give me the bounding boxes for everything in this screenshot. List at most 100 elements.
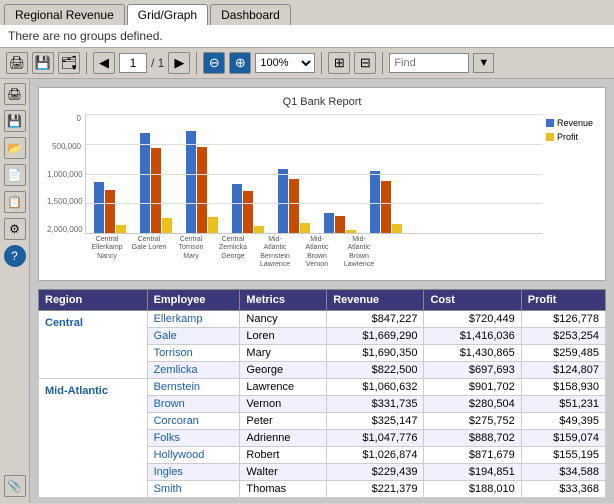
col-cost: Cost bbox=[424, 289, 521, 310]
sidebar-copy-icon[interactable]: 📋 bbox=[4, 191, 26, 213]
region-midatlantic: Mid-Atlantic bbox=[39, 378, 148, 497]
chart-container: Q1 Bank Report 2,000,000 1,500,000 1,000… bbox=[38, 87, 606, 281]
bar-cost-7 bbox=[381, 181, 391, 233]
zoom-select[interactable]: 100% 75% 150% bbox=[255, 53, 315, 73]
tab-bar: Regional Revenue Grid/Graph Dashboard bbox=[0, 0, 614, 25]
x-label-5: Mid-AtlanticBernstein Lawrence bbox=[257, 236, 293, 270]
forward-button[interactable]: ▶ bbox=[168, 52, 190, 74]
toolbar: 🖨 💾 🗂▼ ◀ 1 / 1 ▶ ⊖ ⊕ 100% 75% 150% ⊞ ⊟ ▼ bbox=[0, 48, 614, 79]
metrics-cell: Peter bbox=[240, 412, 327, 429]
print-button[interactable]: 🖨 bbox=[6, 52, 28, 74]
bar-cost-5 bbox=[289, 179, 299, 233]
legend-revenue-label: Revenue bbox=[557, 118, 593, 128]
x-label-1: CentralEllerkamp Nancy bbox=[89, 236, 125, 270]
bar-revenue-5 bbox=[278, 169, 288, 233]
profit-cell: $33,368 bbox=[521, 480, 605, 497]
zoom-in-button[interactable]: ⊕ bbox=[229, 52, 251, 74]
sep-2 bbox=[196, 52, 197, 74]
legend-profit-label: Profit bbox=[557, 132, 578, 142]
chart-y-axis: 2,000,000 1,500,000 1,000,000 500,000 0 bbox=[47, 114, 85, 234]
revenue-cell: $325,147 bbox=[327, 412, 424, 429]
sep-4 bbox=[382, 52, 383, 74]
bar-group-4 bbox=[232, 184, 264, 233]
x-label-6: Mid-AtlanticBrown Vernon bbox=[299, 236, 335, 270]
sidebar-help-icon[interactable]: ? bbox=[4, 245, 26, 267]
employee-bernstein: Bernstein bbox=[147, 378, 240, 395]
folder-button[interactable]: 🗂▼ bbox=[58, 52, 80, 74]
zoom-out-button[interactable]: ⊖ bbox=[203, 52, 225, 74]
tab-grid-graph[interactable]: Grid/Graph bbox=[127, 4, 208, 25]
metrics-cell: Robert bbox=[240, 446, 327, 463]
bar-revenue-7 bbox=[370, 171, 380, 233]
bar-group-3 bbox=[186, 131, 218, 233]
main-area: 🖨 💾 📂 📄 📋 ⚙ ? 📎 Q1 Bank Report 2,000,000… bbox=[0, 79, 614, 503]
sidebar-folder-icon[interactable]: 📂 bbox=[4, 137, 26, 159]
employee-zemlicka: Zemlicka bbox=[147, 361, 240, 378]
find-input[interactable] bbox=[389, 53, 469, 73]
metrics-cell: Nancy bbox=[240, 310, 327, 327]
metrics-cell: Thomas bbox=[240, 480, 327, 497]
metrics-cell: Vernon bbox=[240, 395, 327, 412]
revenue-cell: $847,227 bbox=[327, 310, 424, 327]
legend-profit-box bbox=[546, 133, 554, 141]
employee-folks: Folks bbox=[147, 429, 240, 446]
fit-page-button[interactable]: ⊞ bbox=[328, 52, 350, 74]
revenue-cell: $331,735 bbox=[327, 395, 424, 412]
employee-hollywood: Hollywood bbox=[147, 446, 240, 463]
employee-brown: Brown bbox=[147, 395, 240, 412]
sidebar-attach-icon[interactable]: 📎 bbox=[4, 475, 26, 497]
cost-cell: $871,679 bbox=[424, 446, 521, 463]
revenue-cell: $1,026,874 bbox=[327, 446, 424, 463]
sidebar-save-icon[interactable]: 💾 bbox=[4, 110, 26, 132]
employee-ellerkamp: Ellerkamp bbox=[147, 310, 240, 327]
profit-cell: $253,254 bbox=[521, 327, 605, 344]
bar-revenue-2 bbox=[140, 133, 150, 233]
tab-dashboard[interactable]: Dashboard bbox=[210, 4, 291, 25]
chart-title: Q1 Bank Report bbox=[47, 96, 597, 108]
sidebar-doc-icon[interactable]: 📄 bbox=[4, 164, 26, 186]
tab-regional-revenue[interactable]: Regional Revenue bbox=[4, 4, 125, 25]
x-label-3: CentralTorrison Mary bbox=[173, 236, 209, 270]
back-button[interactable]: ◀ bbox=[93, 52, 115, 74]
bar-profit-5 bbox=[300, 223, 310, 233]
bar-profit-4 bbox=[254, 226, 264, 233]
profit-cell: $158,930 bbox=[521, 378, 605, 395]
profit-cell: $34,588 bbox=[521, 463, 605, 480]
metrics-cell: Mary bbox=[240, 344, 327, 361]
table-row: Mid-Atlantic Bernstein Lawrence $1,060,6… bbox=[39, 378, 606, 395]
x-label-7: Mid-AtlanticBrown Lawrence bbox=[341, 236, 377, 270]
sidebar-gear-icon[interactable]: ⚙ bbox=[4, 218, 26, 240]
page-total: / 1 bbox=[151, 56, 164, 70]
sidebar-print-icon[interactable]: 🖨 bbox=[4, 83, 26, 105]
bar-profit-2 bbox=[162, 218, 172, 233]
find-dropdown-button[interactable]: ▼ bbox=[473, 53, 494, 73]
bar-revenue-3 bbox=[186, 131, 196, 233]
legend-profit: Profit bbox=[546, 132, 578, 142]
cost-cell: $1,416,036 bbox=[424, 327, 521, 344]
bar-profit-3 bbox=[208, 217, 218, 233]
fit-width-button[interactable]: ⊟ bbox=[354, 52, 376, 74]
sep-1 bbox=[86, 52, 87, 74]
legend-revenue-box bbox=[546, 119, 554, 127]
page-number-input[interactable]: 1 bbox=[119, 53, 147, 73]
bar-revenue-4 bbox=[232, 184, 242, 233]
profit-cell: $259,485 bbox=[521, 344, 605, 361]
bar-cost-4 bbox=[243, 191, 253, 233]
metrics-cell: Adrienne bbox=[240, 429, 327, 446]
cost-cell: $901,702 bbox=[424, 378, 521, 395]
revenue-cell: $1,669,290 bbox=[327, 327, 424, 344]
data-table: Region Employee Metrics Revenue Cost Pro… bbox=[38, 289, 606, 498]
col-profit: Profit bbox=[521, 289, 605, 310]
bar-group-5 bbox=[278, 169, 310, 233]
col-employee: Employee bbox=[147, 289, 240, 310]
revenue-cell: $229,439 bbox=[327, 463, 424, 480]
profit-cell: $159,074 bbox=[521, 429, 605, 446]
save-button[interactable]: 💾 bbox=[32, 52, 54, 74]
profit-cell: $124,807 bbox=[521, 361, 605, 378]
col-region: Region bbox=[39, 289, 148, 310]
profit-cell: $155,195 bbox=[521, 446, 605, 463]
bar-cost-3 bbox=[197, 147, 207, 233]
bar-cost-2 bbox=[151, 148, 161, 233]
cost-cell: $280,504 bbox=[424, 395, 521, 412]
bar-cost-1 bbox=[105, 190, 115, 233]
